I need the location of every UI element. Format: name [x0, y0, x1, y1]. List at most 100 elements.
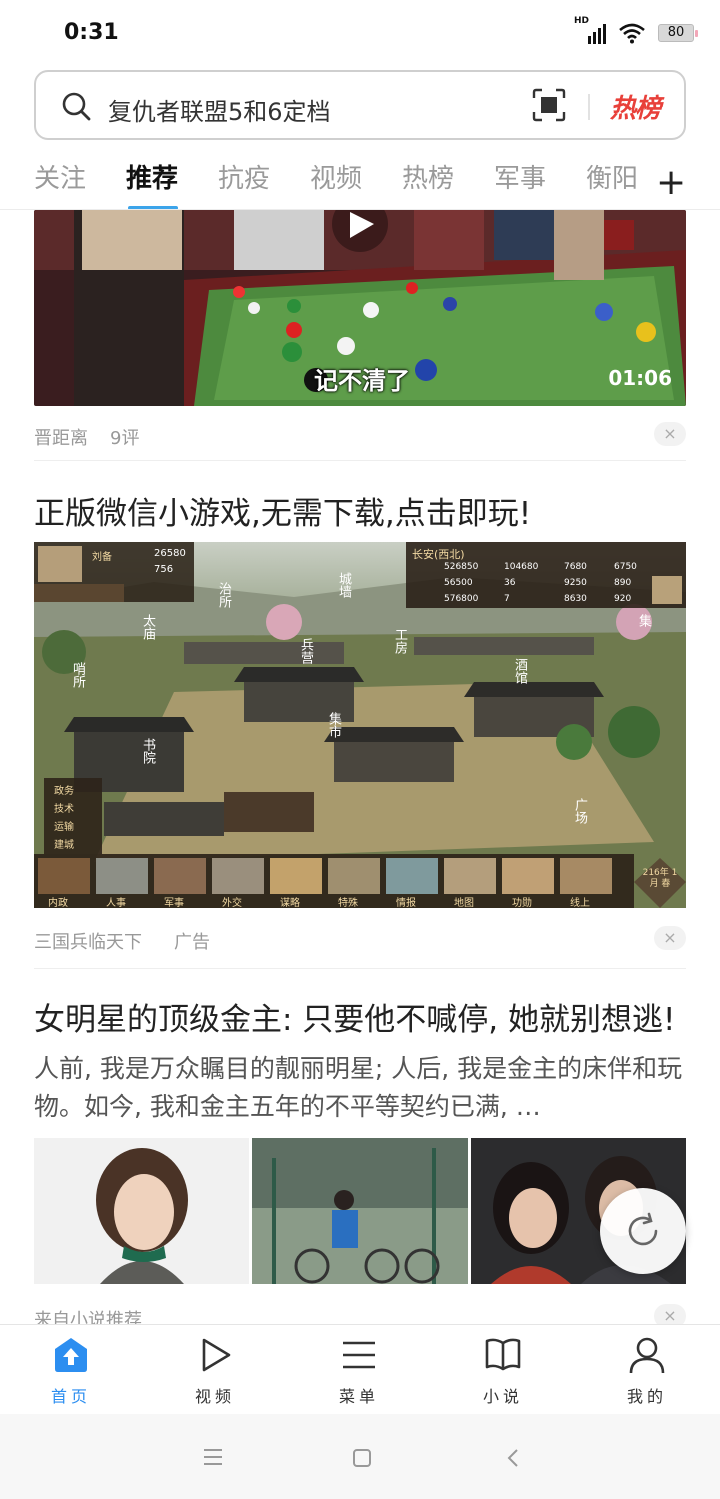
hud-stat-2: 756	[154, 564, 174, 575]
tab-anti-epidemic[interactable]: 抗疫	[218, 158, 270, 195]
game-bottom-item: 外交	[222, 898, 242, 908]
hud-defense: 8630	[564, 594, 587, 604]
game-bottom-item: 军事	[164, 898, 184, 908]
game-date: 216年 1月 春	[642, 868, 678, 889]
hud-gold: 56500	[444, 578, 473, 588]
game-menu-item: 技术	[54, 804, 74, 815]
article-title[interactable]: 女明星的顶级金主: 只要他不喊停, 她就别想逃!	[34, 994, 675, 1039]
nav-novel-label: 小说	[482, 1387, 523, 1406]
hud-player-name: 刘备	[92, 552, 112, 563]
map-label: 治所	[216, 582, 231, 608]
hud-food: 576800	[444, 594, 479, 604]
bottom-navigation: 首页 视频 菜单 小说 我的	[0, 1324, 720, 1414]
status-bar: 0:31 HD 80	[0, 0, 720, 66]
article-summary[interactable]: 人前, 我是万众瞩目的靓丽明星; 人后, 我是金主的床伴和玩物。如今, 我和金主…	[34, 1050, 686, 1126]
map-label: 集市	[326, 712, 341, 738]
channel-tabs: 关注 推荐 抗疫 视频 热榜 军事 衡阳 +	[0, 150, 720, 210]
hud-city: 长安(西北)	[412, 548, 465, 561]
tab-video[interactable]: 视频	[310, 158, 362, 195]
back-icon[interactable]	[506, 1448, 520, 1468]
game-menu-item: 建城	[54, 840, 74, 851]
play-icon	[202, 1338, 231, 1372]
battery-indicator: 80	[658, 24, 698, 42]
tab-hot-list[interactable]: 热榜	[402, 158, 454, 195]
game-bottom-item: 谋略	[280, 898, 300, 908]
hud-population: 526850	[444, 562, 479, 572]
map-label: 城墙	[336, 572, 351, 598]
news-feed[interactable]: 记不清了 01:06 晋距离 9评 × 正版微信小游戏,无需下载,点击即玩! 刘…	[0, 210, 720, 1324]
home-icon	[55, 1338, 87, 1372]
tab-follow[interactable]: 关注	[34, 158, 86, 195]
game-bottom-item: 功勋	[512, 898, 532, 908]
user-icon	[629, 1337, 665, 1374]
signal-icon: HD	[574, 16, 606, 44]
article-images[interactable]	[34, 1138, 686, 1284]
nav-video-label: 视频	[194, 1387, 235, 1406]
nav-menu-label: 菜单	[338, 1387, 379, 1406]
nav-menu[interactable]: 菜单	[314, 1335, 404, 1407]
tab-recommend[interactable]: 推荐	[126, 158, 178, 195]
game-bottom-item: 人事	[106, 898, 126, 908]
video-subtitle: 记不清了	[314, 367, 410, 395]
video-thumbnail[interactable]: 记不清了 01:06	[34, 210, 686, 406]
refresh-button[interactable]	[600, 1188, 686, 1274]
game-scene-image	[34, 542, 686, 908]
hud-farm: 7680	[564, 562, 587, 572]
network-type: HD	[574, 16, 590, 26]
system-navigation-bar	[0, 1414, 720, 1499]
hud-security: 890	[614, 578, 632, 588]
search-input[interactable]: 复仇者联盟5和6定档	[108, 92, 331, 127]
dismiss-icon[interactable]: ×	[654, 926, 686, 950]
ad-source[interactable]: 三国兵临天下	[34, 928, 142, 954]
hud-water: 6750	[614, 562, 637, 572]
add-channel-icon[interactable]: +	[656, 162, 686, 203]
hud-stat-1: 26580	[154, 548, 186, 559]
nav-video[interactable]: 视频	[170, 1335, 260, 1407]
feed-divider	[34, 968, 686, 969]
book-icon	[485, 1338, 521, 1371]
scan-icon[interactable]	[532, 88, 566, 122]
search-divider	[588, 94, 590, 120]
map-label: 集	[636, 614, 651, 627]
ad-image[interactable]: 刘备 26580 756 长安(西北) 526850 104680 7680 6…	[34, 542, 686, 908]
video-duration: 01:06	[608, 366, 672, 390]
nav-home[interactable]: 首页	[26, 1335, 116, 1407]
menu-icon	[343, 1341, 375, 1369]
recents-icon[interactable]	[202, 1448, 224, 1466]
article-image-1	[34, 1138, 250, 1284]
game-bottom-item: 线上	[570, 898, 590, 908]
dismiss-icon[interactable]: ×	[654, 422, 686, 446]
nav-profile-label: 我的	[626, 1387, 667, 1406]
wifi-icon	[619, 23, 645, 44]
hud-generals: 36	[504, 578, 516, 588]
search-box[interactable]: 复仇者联盟5和6定档 热榜	[34, 70, 686, 140]
game-menu-item: 运输	[54, 822, 74, 833]
refresh-icon	[628, 1212, 658, 1246]
search-icon	[62, 92, 91, 121]
hot-list-button[interactable]: 热榜	[610, 88, 661, 125]
tab-hengyang[interactable]: 衡阳	[586, 158, 638, 195]
article-source[interactable]: 来自小说推荐	[34, 1306, 142, 1324]
video-source[interactable]: 晋距离	[34, 424, 88, 450]
map-label: 工房	[392, 628, 407, 654]
game-bottom-item: 情报	[396, 898, 416, 908]
nav-profile[interactable]: 我的	[602, 1335, 692, 1407]
game-menu-item: 政务	[54, 786, 74, 797]
tab-military[interactable]: 军事	[494, 158, 546, 195]
article-image-2	[252, 1138, 468, 1284]
map-label: 酒馆	[512, 658, 527, 684]
home-system-icon[interactable]	[352, 1448, 372, 1468]
hud-morale: 920	[614, 594, 632, 604]
nav-novel[interactable]: 小说	[458, 1335, 548, 1407]
ad-title[interactable]: 正版微信小游戏,无需下载,点击即玩!	[34, 488, 531, 533]
status-time: 0:31	[64, 20, 119, 45]
map-label: 广场	[572, 798, 587, 824]
hud-commerce: 9250	[564, 578, 587, 588]
map-label: 哨所	[70, 662, 85, 688]
feed-divider	[34, 460, 686, 461]
status-icons: HD 80	[574, 16, 698, 46]
video-comment-count: 9评	[110, 428, 140, 449]
map-label: 兵营	[298, 638, 313, 664]
game-bottom-item: 特殊	[338, 898, 358, 908]
dismiss-icon[interactable]: ×	[654, 1304, 686, 1324]
